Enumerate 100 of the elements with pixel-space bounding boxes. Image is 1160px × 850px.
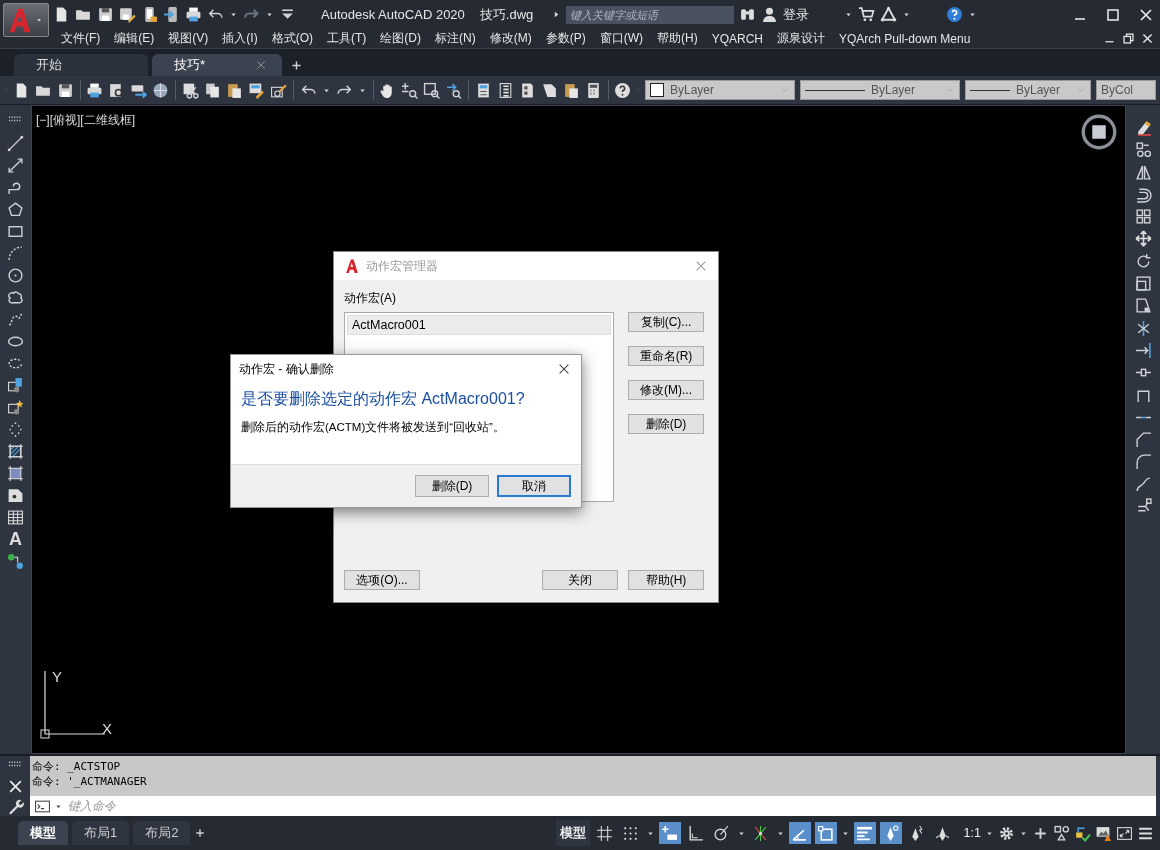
paste-icon[interactable] [225, 81, 243, 99]
menu-item[interactable]: 参数(P) [545, 30, 586, 47]
layout-tab[interactable]: 布局2 [133, 821, 191, 845]
caret-icon [35, 16, 43, 24]
command-line-field[interactable]: 键入命令 [30, 796, 1156, 816]
chamfer-tool-icon[interactable] [1134, 431, 1152, 449]
dialog-button[interactable]: 删除(D) [415, 475, 489, 497]
insert-block-icon[interactable] [7, 377, 24, 394]
dialog-button[interactable]: 删除(D) [628, 414, 704, 434]
menu-item[interactable]: 编辑(E) [114, 30, 155, 47]
menu-item[interactable]: 修改(M) [489, 30, 532, 47]
dialog-button[interactable]: 取消 [497, 475, 571, 497]
document-tab[interactable]: 开始 [14, 54, 148, 76]
dialog-title: 动作宏管理器 [366, 257, 438, 275]
close-icon[interactable] [557, 362, 571, 376]
copy-icon[interactable] [203, 81, 221, 99]
cut-icon[interactable] [181, 81, 199, 99]
help-icon[interactable] [614, 81, 632, 99]
shapes-icon[interactable] [1053, 824, 1070, 842]
lineweight-dropdown[interactable]: ByLayer [965, 80, 1091, 100]
viewcube-icon[interactable] [1081, 114, 1117, 150]
blend-tool-icon[interactable] [1134, 475, 1152, 493]
macro-list-item[interactable]: ActMacro001 [347, 315, 611, 335]
help-button[interactable]: 帮助(H) [628, 570, 704, 590]
menu-item[interactable]: 源泉设计 [777, 30, 825, 47]
zoom-previous-icon[interactable] [445, 81, 463, 99]
layout-tab[interactable]: 模型 [18, 821, 68, 845]
dialog-button[interactable]: 修改(M)... [628, 380, 704, 400]
region-tool-icon[interactable] [7, 487, 24, 504]
app-logo-icon [344, 258, 360, 274]
table-tool-icon[interactable] [7, 509, 24, 526]
annotation-scale-button[interactable]: 1:1 [963, 826, 981, 840]
list-label: 动作宏(A) [344, 290, 397, 307]
command-history-line: 命令: '_ACTMANAGER [32, 774, 148, 789]
stretch-tool-icon[interactable] [1134, 297, 1152, 315]
menu-item[interactable]: 绘图(D) [380, 30, 421, 47]
rotate-tool-icon[interactable] [1134, 252, 1152, 270]
copy-tool-icon[interactable] [1134, 141, 1152, 159]
fullscreen-icon[interactable] [1116, 824, 1133, 842]
layers-check-icon[interactable] [1074, 824, 1091, 842]
menu-item[interactable]: 工具(T) [327, 30, 367, 47]
sheet-icon[interactable] [540, 81, 558, 99]
monitor-warning-icon[interactable] [1095, 824, 1112, 842]
menu-item[interactable]: 视图(V) [168, 30, 209, 47]
text-tool[interactable]: A [9, 531, 22, 548]
offset-tool-icon[interactable] [1134, 185, 1152, 203]
plot-style-dropdown[interactable]: ByCol [1096, 80, 1156, 100]
mirror-tool-icon[interactable] [1134, 163, 1152, 181]
globe-icon[interactable] [152, 81, 170, 99]
drawing-canvas[interactable]: [−][俯视][二维线框] Y X 动作宏管理器 动作宏(A) ActMacro001 复制(C)... 重命名(R) 修改(M)... 删除(D) 选项(O)... 关闭 帮助(H) 动作宏 - 确认删除 是否要删除选定的动作宏 ActMacro001? 删除后的动作宏(ACTM)文件将被发送到“回收站”。 删除(D) 取消 [31, 105, 1126, 754]
arc-tool-icon[interactable] [7, 245, 24, 262]
linetype-dropdown[interactable]: ByLayer [800, 80, 960, 100]
menu-item[interactable]: 格式(O) [271, 30, 313, 47]
close-button[interactable]: 关闭 [542, 570, 618, 590]
array-tool-icon[interactable] [1134, 208, 1152, 226]
menu-item[interactable]: YQArch Pull-down Menu [839, 31, 971, 46]
color-dropdown[interactable]: ByLayer [645, 80, 795, 100]
layout-tab[interactable]: 布局1 [72, 821, 130, 845]
rectangle-tool-icon[interactable] [7, 223, 24, 240]
extend-tool-icon[interactable] [1134, 341, 1152, 359]
create-block-icon[interactable] [7, 399, 24, 416]
add-selected-icon[interactable] [7, 553, 24, 570]
menu-item[interactable]: 插入(I) [222, 30, 258, 47]
zoom-icon[interactable] [401, 81, 419, 99]
polygon-tool-icon[interactable] [7, 201, 24, 218]
menu-item[interactable]: YQARCH [711, 31, 763, 46]
menu-item[interactable]: 帮助(H) [657, 30, 698, 47]
ray-tool-icon[interactable] [7, 157, 24, 174]
line-tool-icon[interactable] [7, 135, 24, 152]
point-tool-icon[interactable] [7, 421, 24, 438]
dialog-button[interactable]: 复制(C)... [628, 312, 704, 332]
scale-tool-icon[interactable] [1134, 275, 1152, 293]
gear-icon[interactable] [998, 824, 1015, 842]
file-name: 技巧.dwg [479, 5, 534, 24]
clipboard-icon[interactable] [562, 81, 580, 99]
viewport-label[interactable]: [−][俯视][二维线框] [36, 112, 135, 129]
options-button[interactable]: 选项(O)... [344, 570, 420, 590]
spline-tool-icon[interactable] [7, 311, 24, 328]
document-tab[interactable]: 技巧* [152, 54, 282, 76]
y-axis-label: Y [52, 668, 62, 685]
gradient-tool-icon[interactable] [7, 465, 24, 482]
printer-icon[interactable] [86, 81, 104, 99]
save-icon[interactable] [56, 81, 74, 99]
model-space-button[interactable]: 模型 [555, 820, 590, 846]
move-tool-icon[interactable] [1134, 230, 1152, 248]
add-layout-icon[interactable] [194, 827, 207, 839]
zoom-window-icon[interactable] [423, 81, 441, 99]
print-preview-icon[interactable] [108, 81, 126, 99]
menu-item[interactable]: 窗口(W) [599, 30, 643, 47]
fillet-tool-icon[interactable] [1134, 453, 1152, 471]
menu-item[interactable]: 文件(F) [61, 30, 101, 47]
hatch-tool-icon[interactable] [7, 443, 24, 460]
x-axis-label: X [102, 720, 112, 737]
cloud-tool-icon[interactable] [7, 289, 24, 306]
match-properties-icon[interactable] [247, 81, 265, 99]
new-tab-icon[interactable] [290, 59, 303, 72]
circle-tool-icon[interactable] [7, 267, 24, 284]
menu-item[interactable]: 标注(N) [435, 30, 476, 47]
dialog-button[interactable]: 重命名(R) [628, 346, 704, 366]
sign-in-link[interactable]: 登录 [783, 5, 810, 24]
